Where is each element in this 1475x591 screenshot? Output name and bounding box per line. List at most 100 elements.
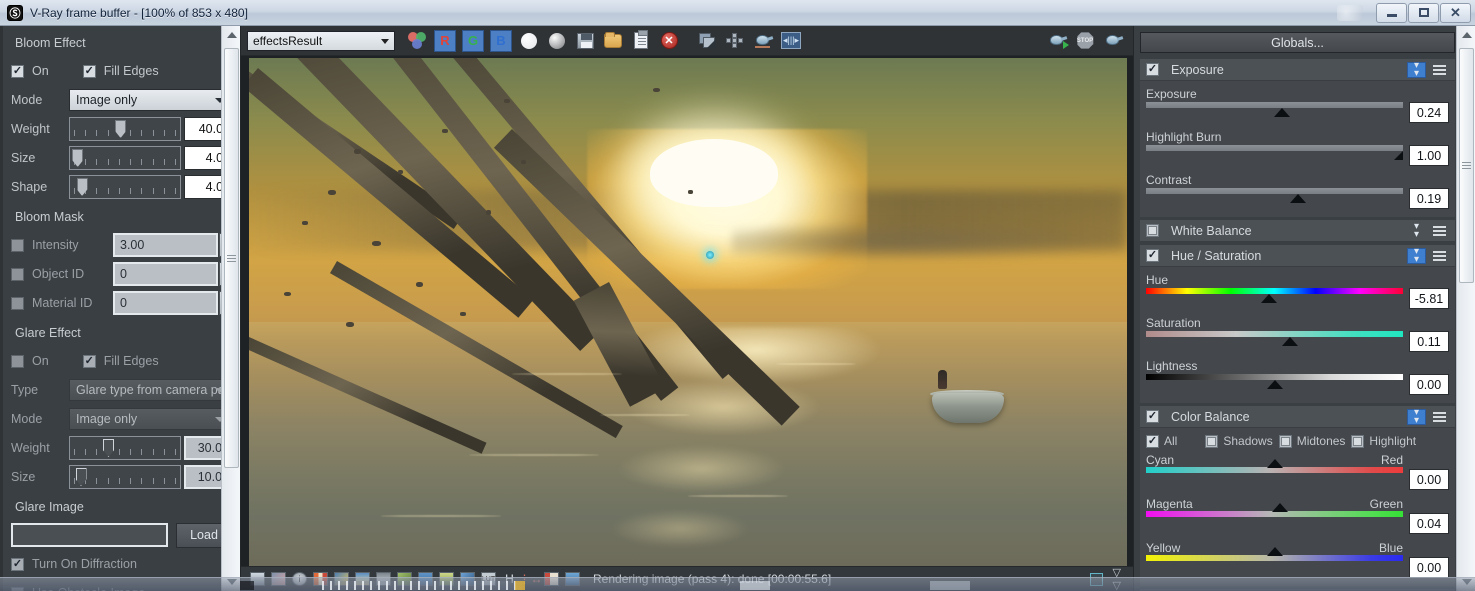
- range-all[interactable]: All: [1146, 434, 1177, 448]
- range-midtones[interactable]: Midtones: [1278, 434, 1345, 448]
- bloom-weight-slider[interactable]: [69, 117, 181, 141]
- glare-fill-edges-checkbox[interactable]: [82, 354, 96, 368]
- green-channel-button[interactable]: G: [462, 29, 484, 52]
- scroll-up-arrow-icon[interactable]: [1457, 26, 1475, 44]
- bloom-mask-group-title: Bloom Mask: [15, 210, 84, 224]
- bloom-mask-materialid-checkbox[interactable]: [11, 296, 24, 310]
- bloom-on-checkbox[interactable]: [11, 64, 24, 78]
- range-all-checkbox[interactable]: [1146, 434, 1159, 448]
- left-scroll-thumb[interactable]: [224, 48, 239, 468]
- saturation-knob[interactable]: [1281, 337, 1298, 346]
- hue-saturation-collapse-icon[interactable]: ▾ ▾: [1407, 246, 1426, 264]
- range-highlight[interactable]: Highlight: [1351, 434, 1416, 448]
- bloom-fill-edges-checkbox[interactable]: [82, 64, 96, 78]
- globals-button[interactable]: Globals...: [1140, 32, 1455, 53]
- bloom-mask-objectid-checkbox[interactable]: [11, 267, 24, 281]
- bloom-mask-objectid-value[interactable]: 0: [113, 262, 218, 286]
- right-panel-scrollbar[interactable]: [1456, 26, 1475, 591]
- region-render-icon[interactable]: [724, 30, 746, 52]
- highlight-burn-value[interactable]: 1.00: [1409, 145, 1449, 166]
- saturation-track[interactable]: [1146, 331, 1403, 337]
- cyan-red-knob[interactable]: [1266, 459, 1283, 468]
- magenta-green-knob[interactable]: [1271, 503, 1288, 512]
- bloom-size-slider[interactable]: [69, 146, 181, 170]
- white-balance-enable-checkbox[interactable]: [1146, 224, 1159, 237]
- rendered-image[interactable]: [249, 58, 1127, 566]
- highlight-burn-knob[interactable]: [1394, 151, 1403, 160]
- duplicate-window-icon[interactable]: [696, 30, 718, 52]
- red-channel-button[interactable]: R: [434, 29, 456, 52]
- color-balance-collapse-icon[interactable]: ▾ ▾: [1407, 407, 1426, 425]
- exposure-menu-icon[interactable]: [1430, 62, 1449, 78]
- left-panel-scrollbar[interactable]: [221, 26, 240, 591]
- render-last-icon[interactable]: [752, 30, 774, 52]
- white-balance-collapse-icon[interactable]: ▾ ▾: [1407, 221, 1426, 239]
- glare-type-dropdown[interactable]: Glare type from camera par: [69, 379, 232, 401]
- hue-saturation-menu-icon[interactable]: [1430, 248, 1449, 264]
- scroll-up-arrow-icon[interactable]: [222, 26, 240, 44]
- cyan-label: Cyan: [1146, 453, 1175, 467]
- range-midtones-checkbox[interactable]: [1278, 434, 1292, 448]
- color-balance-enable-checkbox[interactable]: [1146, 410, 1159, 423]
- yellow-blue-value[interactable]: 0.00: [1409, 557, 1449, 578]
- section-hue-saturation-body: Hue -5.81 Saturation 0.11 Lightness 0.00: [1140, 267, 1455, 403]
- bloom-mask-intensity-value[interactable]: 3.00: [113, 233, 218, 257]
- alpha-white-button[interactable]: [518, 30, 540, 52]
- blue-channel-button[interactable]: B: [490, 29, 512, 52]
- range-highlight-checkbox[interactable]: [1351, 434, 1365, 448]
- save-image-icon[interactable]: [574, 30, 596, 52]
- render-image-area[interactable]: [241, 56, 1133, 566]
- hue-value[interactable]: -5.81: [1409, 288, 1449, 309]
- glare-size-slider[interactable]: [69, 465, 181, 489]
- hue-saturation-enable-checkbox[interactable]: [1146, 249, 1159, 262]
- clipboard-icon[interactable]: [630, 30, 652, 52]
- section-hue-saturation-header[interactable]: Hue / Saturation ▾▾: [1140, 245, 1455, 267]
- cyan-red-value[interactable]: 0.00: [1409, 469, 1449, 490]
- contrast-knob[interactable]: [1289, 194, 1306, 203]
- glare-weight-slider[interactable]: [69, 436, 181, 460]
- yellow-blue-knob[interactable]: [1266, 547, 1283, 556]
- contrast-value[interactable]: 0.19: [1409, 188, 1449, 209]
- glare-mode-dropdown[interactable]: Image only: [69, 408, 232, 430]
- lightness-value[interactable]: 0.00: [1409, 374, 1449, 395]
- contrast-track[interactable]: [1146, 188, 1403, 194]
- bloom-mask-materialid-value[interactable]: 0: [113, 291, 218, 315]
- section-white-balance-header[interactable]: White Balance ▾ ▾: [1140, 220, 1455, 242]
- glare-on-checkbox[interactable]: [11, 354, 24, 368]
- range-shadows-checkbox[interactable]: [1205, 434, 1219, 448]
- glare-type-label: Type: [11, 383, 39, 397]
- right-scroll-thumb[interactable]: [1459, 48, 1474, 283]
- exposure-enable-checkbox[interactable]: [1146, 63, 1159, 76]
- hue-knob[interactable]: [1261, 294, 1278, 303]
- saturation-value[interactable]: 0.11: [1409, 331, 1449, 352]
- turn-on-diffraction-checkbox[interactable]: [11, 557, 24, 571]
- exposure-knob[interactable]: [1274, 108, 1291, 117]
- exposure-collapse-icon[interactable]: ▾ ▾: [1407, 60, 1426, 78]
- range-shadows[interactable]: Shadows: [1205, 434, 1273, 448]
- lightness-knob[interactable]: [1266, 380, 1283, 389]
- section-color-balance-header[interactable]: Color Balance ▾▾: [1140, 406, 1455, 428]
- animation-icon[interactable]: ◂|||▸: [780, 30, 802, 52]
- render-stop-icon[interactable]: STOP: [1074, 30, 1096, 52]
- render-channel-dropdown[interactable]: effectsResult: [247, 30, 395, 51]
- rgb-color-icon[interactable]: [406, 30, 428, 52]
- bloom-mode-dropdown[interactable]: Image only: [69, 89, 232, 111]
- white-balance-menu-icon[interactable]: [1430, 223, 1449, 239]
- render-start-icon[interactable]: [1046, 30, 1069, 52]
- close-button[interactable]: ✕: [1440, 2, 1471, 23]
- magenta-green-value[interactable]: 0.04: [1409, 513, 1449, 534]
- open-image-icon[interactable]: [602, 30, 624, 52]
- exposure-value[interactable]: 0.24: [1409, 102, 1449, 123]
- sun-disc: [650, 139, 779, 208]
- clear-image-icon[interactable]: ✕: [658, 30, 680, 52]
- glare-image-path-input[interactable]: [11, 523, 168, 547]
- render-teapot-icon[interactable]: [1102, 30, 1124, 52]
- color-balance-menu-icon[interactable]: [1430, 409, 1449, 425]
- section-exposure-header[interactable]: Exposure ▾▾: [1140, 59, 1455, 81]
- maximize-button[interactable]: [1408, 2, 1439, 23]
- highlight-burn-track[interactable]: [1146, 145, 1403, 151]
- minimize-button[interactable]: [1376, 2, 1407, 23]
- alpha-gray-button[interactable]: [546, 30, 568, 52]
- bloom-shape-slider[interactable]: [69, 175, 181, 199]
- bloom-mask-intensity-checkbox[interactable]: [11, 238, 24, 252]
